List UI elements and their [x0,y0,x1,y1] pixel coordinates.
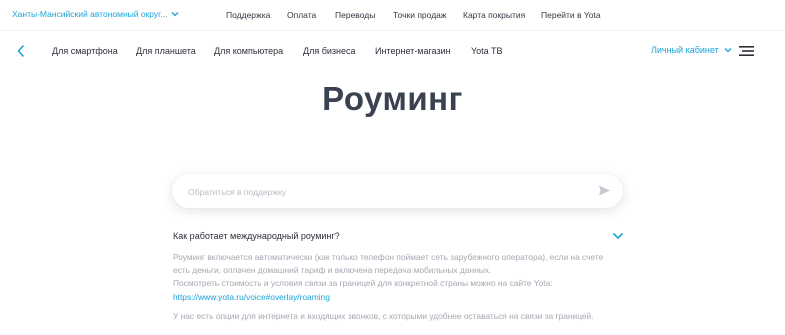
region-label: Ханты-Мансийский автономный округ... [12,9,168,19]
support-search [172,174,623,208]
main-nav: Для смартфона Для планшета Для компьютер… [0,31,785,73]
nav-item-computer[interactable]: Для компьютера [214,46,283,56]
nav-item-smartphone[interactable]: Для смартфона [52,46,118,56]
account-label: Личный кабинет [651,45,719,55]
chevron-down-icon [724,48,732,53]
faq-answer-line: есть деньги, оплачен домашний тариф и вк… [173,265,492,276]
send-arrow-icon[interactable] [598,184,611,197]
nav-item-business[interactable]: Для бизнеса [303,46,356,56]
nav-item-shop[interactable]: Интернет-магазин [375,46,451,56]
top-link-stores[interactable]: Точки продаж [393,10,447,20]
hamburger-menu-icon[interactable] [739,44,754,58]
faq-answer: Роуминг включается автоматически (как то… [173,251,633,304]
top-link-payment[interactable]: Оплата [287,10,316,20]
chevron-down-icon [171,12,179,17]
chevron-left-icon[interactable] [16,44,26,58]
top-link-coverage-map[interactable]: Карта покрытия [463,10,525,20]
faq-answer-line: Посмотреть стоимость и условия связи за … [173,278,553,289]
top-bar: Ханты-Мансийский автономный округ... Под… [0,0,785,31]
roaming-link[interactable]: https://www.yota.ru/voice#overlay/roamin… [173,291,633,304]
top-link-go-to-yota[interactable]: Перейти в Yota [541,10,601,20]
faq-answer-options: У нас есть опции для интернета и входящи… [173,311,594,321]
nav-item-yota-tv[interactable]: Yota TB [471,46,503,56]
page-title: Роуминг [322,80,463,117]
faq-question[interactable]: Как работает международный роуминг? [173,231,340,241]
account-menu[interactable]: Личный кабинет [651,45,732,55]
top-link-transfers[interactable]: Переводы [335,10,375,20]
nav-item-tablet[interactable]: Для планшета [136,46,196,56]
region-selector[interactable]: Ханты-Мансийский автономный округ... [12,9,179,19]
faq-answer-line: Роуминг включается автоматически (как то… [173,252,604,262]
support-search-input[interactable] [186,183,590,201]
top-link-support[interactable]: Поддержка [226,10,270,20]
chevron-down-icon[interactable] [612,232,624,240]
